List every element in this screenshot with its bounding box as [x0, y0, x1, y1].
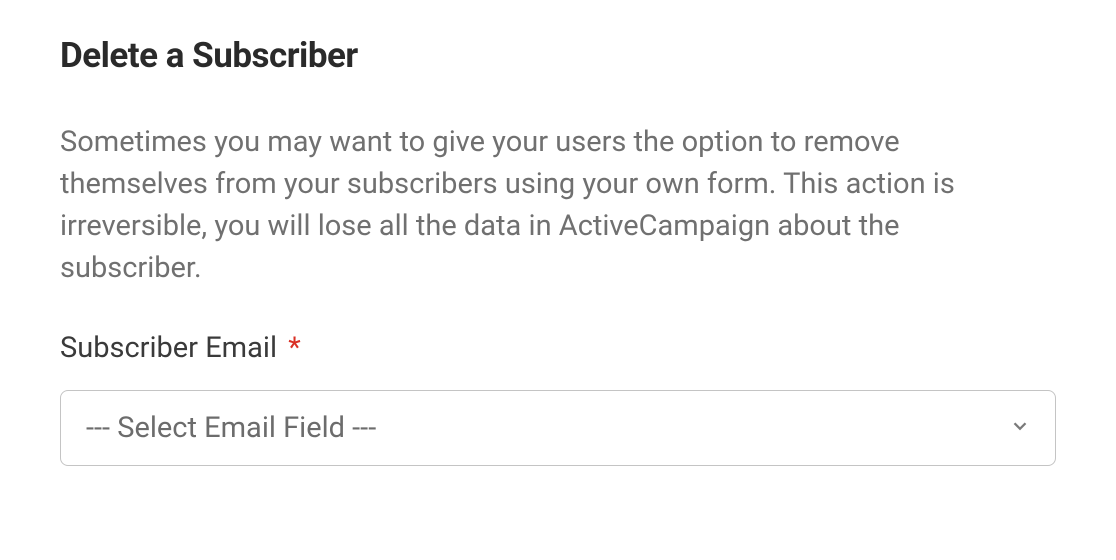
subscriber-email-select[interactable]: --- Select Email Field ---	[60, 390, 1056, 466]
required-asterisk: *	[288, 331, 301, 365]
page-description: Sometimes you may want to give your user…	[60, 121, 1040, 289]
field-label-row: Subscriber Email *	[60, 331, 1056, 365]
subscriber-email-select-wrapper: --- Select Email Field ---	[60, 390, 1056, 466]
field-label: Subscriber Email	[60, 331, 277, 365]
select-placeholder-text: --- Select Email Field ---	[86, 411, 376, 445]
page-heading: Delete a Subscriber	[60, 35, 1056, 76]
